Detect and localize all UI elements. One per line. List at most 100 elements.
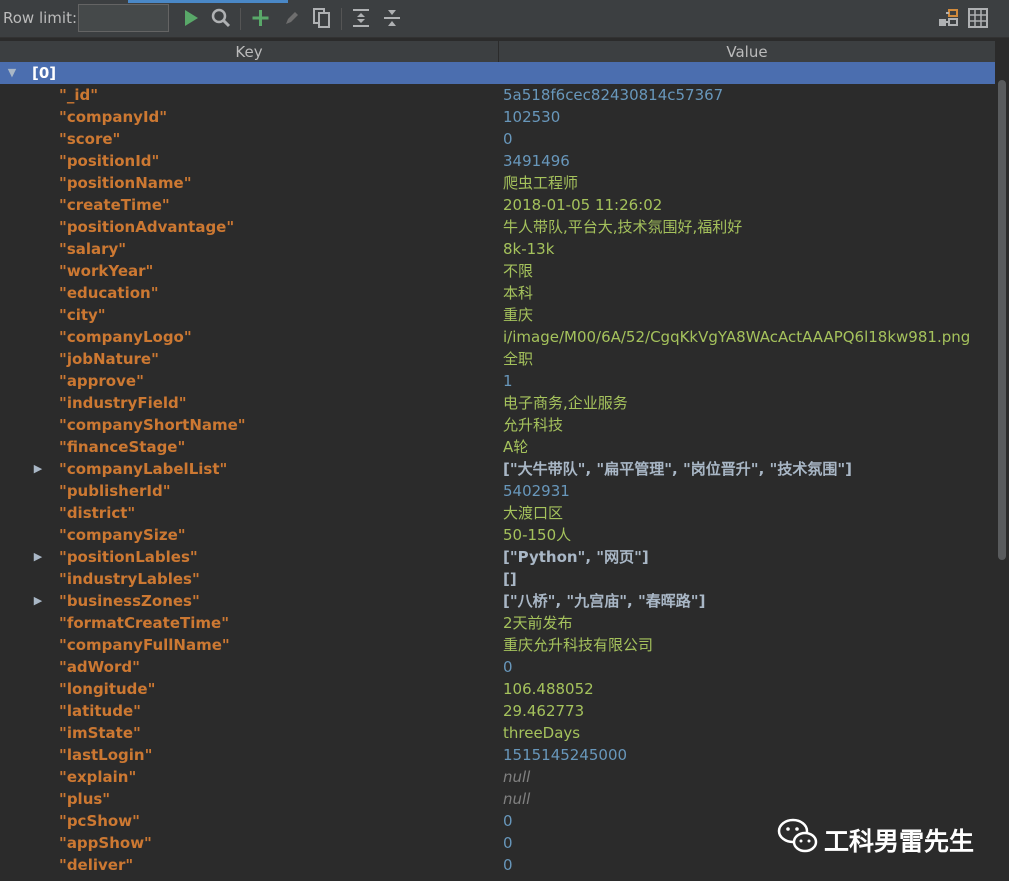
collapse-all-icon[interactable] [380, 6, 404, 30]
search-icon[interactable] [209, 6, 233, 30]
tree-row[interactable]: "plus" null [0, 788, 995, 810]
tree-row[interactable]: "companyFullName" 重庆允升科技有限公司 [0, 634, 995, 656]
row-value[interactable]: ["大牛带队", "扁平管理", "岗位晋升", "技术氛围"] [503, 458, 852, 480]
tree-row[interactable]: "companyShortName" 允升科技 [0, 414, 995, 436]
tree-row[interactable]: "score" 0 [0, 128, 995, 150]
tree-row[interactable]: "salary" 8k-13k [0, 238, 995, 260]
row-value[interactable]: 5402931 [503, 480, 570, 502]
key-column-header[interactable]: Key [0, 41, 499, 63]
row-value[interactable]: threeDays [503, 722, 580, 744]
row-value[interactable]: 1 [503, 370, 513, 392]
row-value[interactable]: 全职 [503, 348, 533, 370]
tree-row[interactable]: "approve" 1 [0, 370, 995, 392]
row-value[interactable]: 大渡口区 [503, 502, 563, 524]
tree-row[interactable]: "industryLables" [] [0, 568, 995, 590]
tree-row[interactable]: "publisherId" 5402931 [0, 480, 995, 502]
row-key: "district" [59, 504, 136, 522]
row-value[interactable]: 牛人带队,平台大,技术氛围好,福利好 [503, 216, 742, 238]
row-value[interactable]: ["Python", "网页"] [503, 546, 649, 568]
row-value[interactable]: 0 [503, 854, 513, 876]
play-icon[interactable] [178, 6, 202, 30]
row-value[interactable]: i/image/M00/6A/52/CgqKkVgYA8WAcActAAAPQ6… [503, 326, 970, 348]
row-value[interactable]: 重庆 [503, 304, 533, 326]
tree-row[interactable]: ▶ "companyLabelList" ["大牛带队", "扁平管理", "岗位晋… [0, 458, 995, 480]
tree-row[interactable]: "positionId" 3491496 [0, 150, 995, 172]
row-value[interactable]: 50-150人 [503, 524, 571, 546]
row-value[interactable]: 29.462773 [503, 700, 584, 722]
tree-row[interactable]: "imState" threeDays [0, 722, 995, 744]
row-value[interactable]: 106.488052 [503, 678, 594, 700]
tree-row[interactable]: "companySize" 50-150人 [0, 524, 995, 546]
row-value[interactable]: 0 [503, 810, 513, 832]
row-value[interactable]: null [503, 766, 530, 788]
tree-row[interactable]: "explain" null [0, 766, 995, 788]
row-key: "imState" [59, 724, 141, 742]
row-value[interactable]: 0 [503, 128, 513, 150]
tree-row[interactable]: "workYear" 不限 [0, 260, 995, 282]
tree-row[interactable]: "_id" 5a518f6cec82430814c57367 [0, 84, 995, 106]
root-label: [0] [32, 64, 57, 82]
row-value[interactable]: 1515145245000 [503, 744, 627, 766]
tree-row[interactable]: "companyId" 102530 [0, 106, 995, 128]
row-key: "jobNature" [59, 350, 159, 368]
tree-row[interactable]: "positionAdvantage" 牛人带队,平台大,技术氛围好,福利好 [0, 216, 995, 238]
expand-arrow-icon[interactable]: ▶ [31, 546, 45, 568]
tree-root-row[interactable]: ▼ [0] [0, 62, 995, 84]
row-value[interactable]: null [503, 788, 530, 810]
pencil-icon[interactable] [280, 6, 304, 30]
row-value[interactable]: 允升科技 [503, 414, 563, 436]
tree-row[interactable]: "companyLogo" i/image/M00/6A/52/CgqKkVgYA… [0, 326, 995, 348]
tree-row[interactable]: "city" 重庆 [0, 304, 995, 326]
tree-row[interactable]: "longitude" 106.488052 [0, 678, 995, 700]
tree-row[interactable]: "createTime" 2018-01-05 11:26:02 [0, 194, 995, 216]
row-limit-input[interactable] [78, 4, 169, 32]
expand-all-icon[interactable] [349, 6, 373, 30]
tree-row[interactable]: "latitude" 29.462773 [0, 700, 995, 722]
row-key: "score" [59, 130, 121, 148]
row-value[interactable]: 本科 [503, 282, 533, 304]
tree-row[interactable]: "industryField" 电子商务,企业服务 [0, 392, 995, 414]
row-value[interactable]: 5a518f6cec82430814c57367 [503, 84, 723, 106]
copy-icon[interactable] [310, 6, 334, 30]
row-value[interactable]: 0 [503, 832, 513, 854]
row-key: "formatCreateTime" [59, 614, 230, 632]
row-value[interactable]: 8k-13k [503, 238, 554, 260]
row-key: "deliver" [59, 856, 134, 874]
tree-view-icon[interactable] [936, 6, 960, 30]
tree-row[interactable]: "district" 大渡口区 [0, 502, 995, 524]
tree-row[interactable]: "lastLogin" 1515145245000 [0, 744, 995, 766]
row-key: "industryField" [59, 394, 187, 412]
row-value[interactable]: 电子商务,企业服务 [503, 392, 628, 414]
row-value[interactable]: ["八桥", "九宫庙", "春晖路"] [503, 590, 705, 612]
scrollbar-thumb[interactable] [998, 80, 1006, 560]
row-value[interactable]: 2018-01-05 11:26:02 [503, 194, 662, 216]
tree-row[interactable]: "formatCreateTime" 2天前发布 [0, 612, 995, 634]
tree-row[interactable]: "financeStage" A轮 [0, 436, 995, 458]
expand-arrow-icon[interactable]: ▶ [31, 590, 45, 612]
row-key: "longitude" [59, 680, 156, 698]
value-column-header[interactable]: Value [499, 41, 995, 63]
tree-row[interactable]: ▶ "positionLables" ["Python", "网页"] [0, 546, 995, 568]
row-value[interactable]: 不限 [503, 260, 533, 282]
watermark: 工科男雷先生 [776, 816, 986, 860]
row-key: "explain" [59, 768, 137, 786]
toolbar: Row limit: [0, 0, 1009, 38]
collapse-arrow-icon[interactable]: ▼ [5, 62, 19, 84]
plus-icon[interactable] [248, 6, 272, 30]
tree-row[interactable]: "adWord" 0 [0, 656, 995, 678]
row-value[interactable]: 3491496 [503, 150, 570, 172]
row-value[interactable]: A轮 [503, 436, 528, 458]
row-value[interactable]: 重庆允升科技有限公司 [503, 634, 653, 656]
tree-row[interactable]: ▶ "businessZones" ["八桥", "九宫庙", "春晖路"] [0, 590, 995, 612]
table-view-icon[interactable] [966, 6, 990, 30]
row-value[interactable]: 爬虫工程师 [503, 172, 578, 194]
tree-row[interactable]: "jobNature" 全职 [0, 348, 995, 370]
tree-row[interactable]: "positionName" 爬虫工程师 [0, 172, 995, 194]
row-value[interactable]: 0 [503, 656, 513, 678]
expand-arrow-icon[interactable]: ▶ [31, 458, 45, 480]
row-value[interactable]: [] [503, 568, 517, 590]
tree-row[interactable]: "education" 本科 [0, 282, 995, 304]
row-value[interactable]: 2天前发布 [503, 612, 573, 634]
row-value[interactable]: 102530 [503, 106, 560, 128]
row-key: "latitude" [59, 702, 141, 720]
